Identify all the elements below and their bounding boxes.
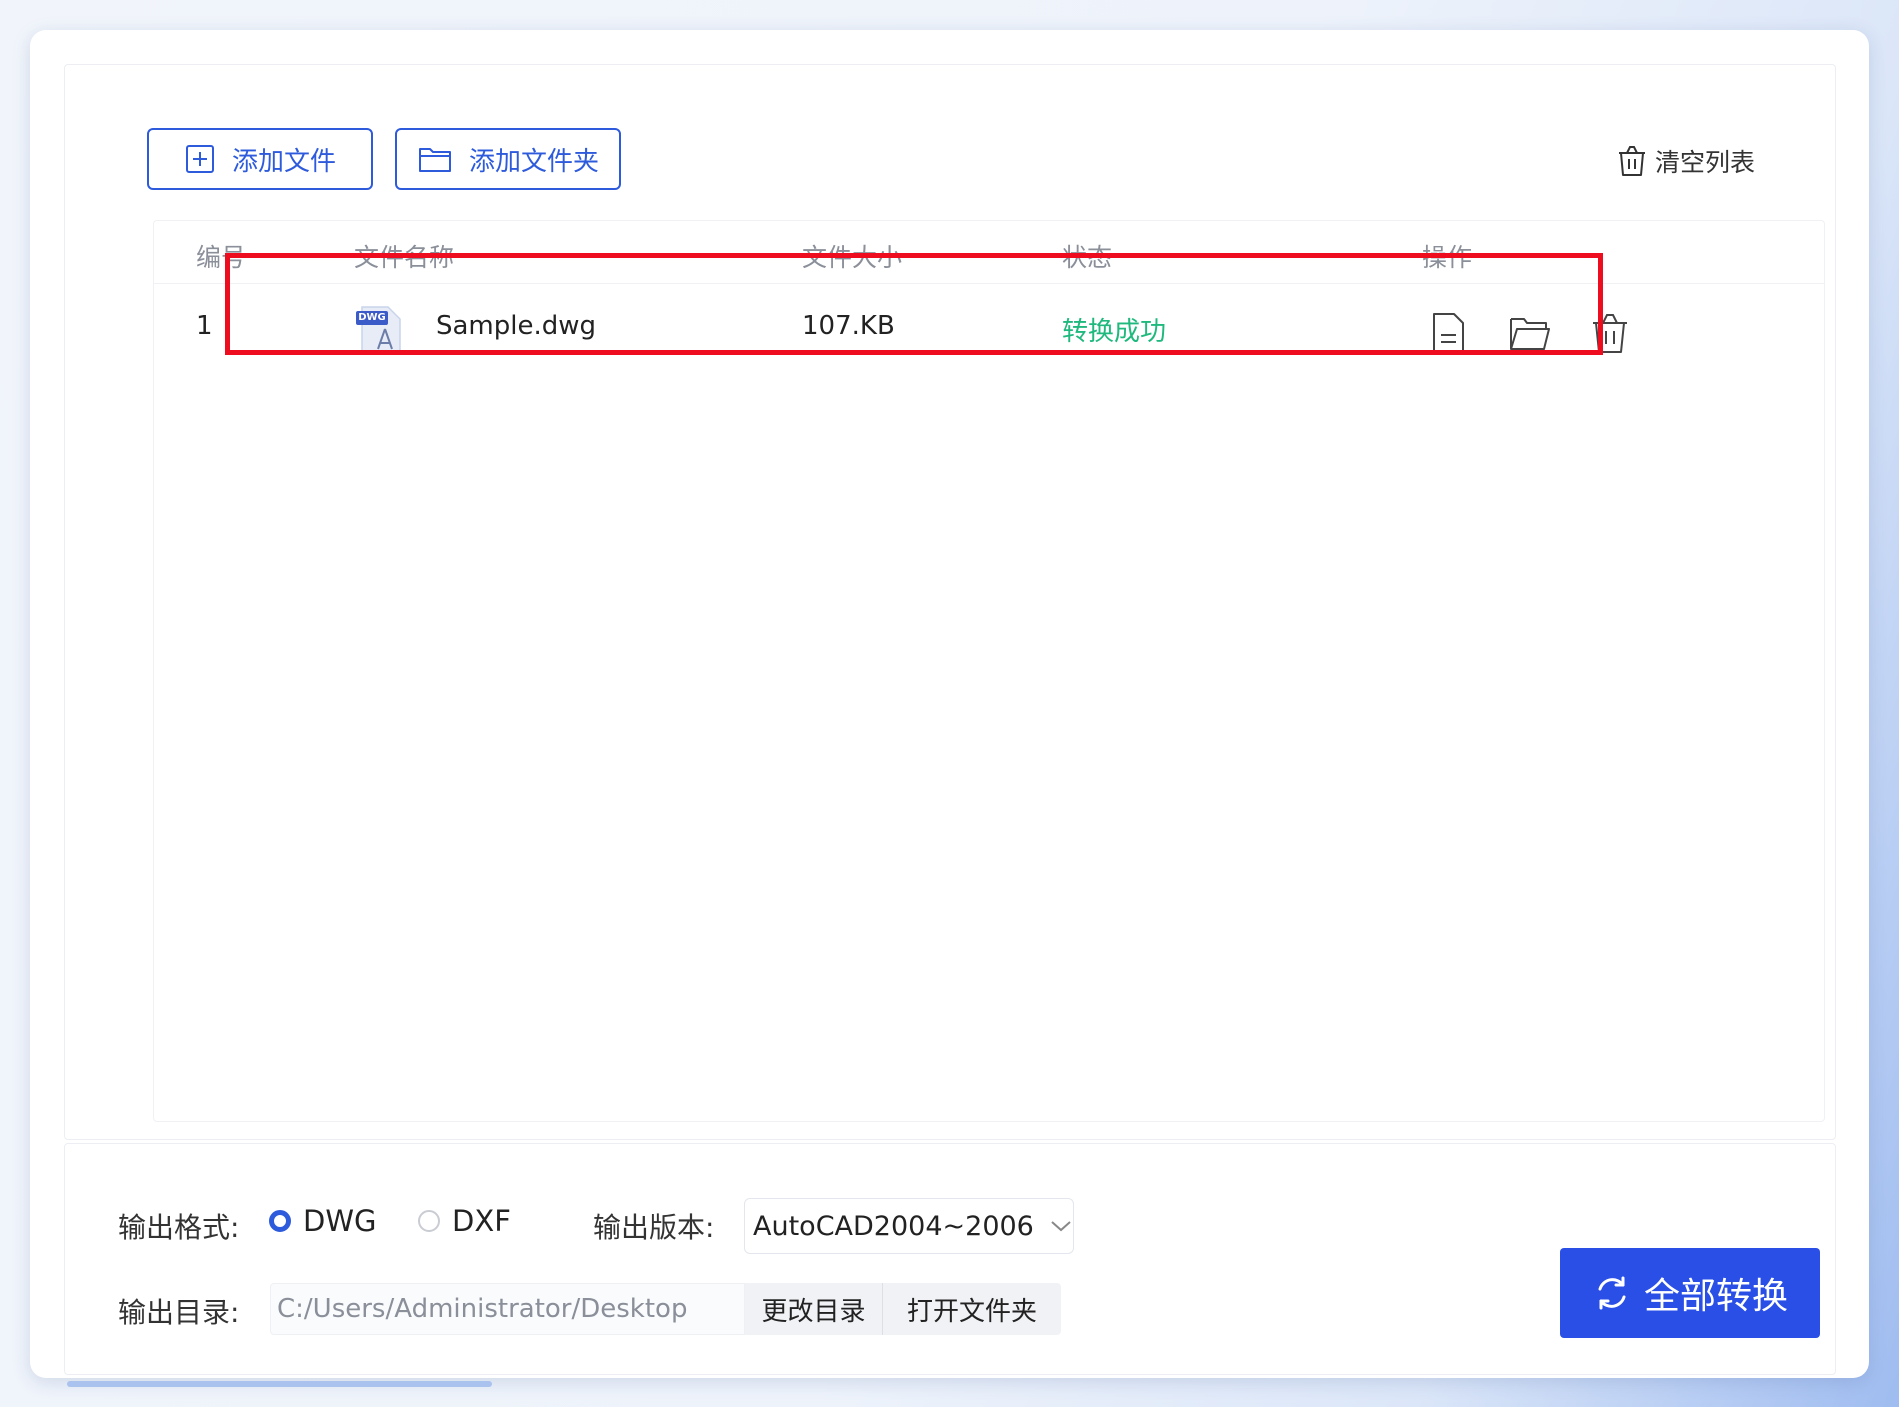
change-dir-button[interactable]: 更改目录 <box>745 1283 883 1335</box>
output-dir-field[interactable]: C:/Users/Administrator/Desktop <box>270 1283 745 1335</box>
file-size: 107.KB <box>802 311 895 341</box>
folder-open-icon[interactable] <box>1508 311 1552 355</box>
table-row[interactable]: 1 DWG Sample.dwg 107.KB 转换成功 <box>154 283 1824 393</box>
plus-square-icon <box>185 145 214 173</box>
output-format-label: 输出格式: <box>118 1211 240 1244</box>
clear-list-button[interactable]: 清空列表 <box>1617 141 1755 181</box>
version-value: AutoCAD2004~2006 <box>753 1210 1034 1242</box>
add-folder-label: 添加文件夹 <box>468 146 599 177</box>
output-dir-value: C:/Users/Administrator/Desktop <box>277 1294 688 1324</box>
header-status: 状态 <box>1062 243 1113 272</box>
file-name: Sample.dwg <box>436 311 597 341</box>
add-file-button[interactable]: 添加文件 <box>147 128 373 190</box>
trash-icon[interactable] <box>1590 311 1630 355</box>
refresh-icon <box>1598 1276 1626 1310</box>
output-dir-label: 输出目录: <box>118 1296 240 1329</box>
dwg-file-icon: DWG <box>354 303 404 357</box>
header-name: 文件名称 <box>354 243 455 272</box>
version-select[interactable]: AutoCAD2004~2006 <box>744 1198 1074 1254</box>
format-option-label: DXF <box>452 1204 511 1238</box>
header-index: 编号 <box>196 243 247 272</box>
radio-unselected-icon <box>418 1210 440 1232</box>
trash-icon <box>1618 146 1645 176</box>
clear-list-label: 清空列表 <box>1654 148 1755 177</box>
radio-selected-icon <box>269 1210 291 1232</box>
format-radio-dxf[interactable]: DXF <box>418 1204 511 1238</box>
convert-all-button[interactable]: 全部转换 <box>1560 1248 1820 1338</box>
horizontal-scrollbar[interactable] <box>67 1381 492 1387</box>
add-folder-button[interactable]: 添加文件夹 <box>395 128 621 190</box>
document-icon[interactable] <box>1428 311 1468 355</box>
change-dir-label: 更改目录 <box>761 1296 866 1327</box>
open-folder-label: 打开文件夹 <box>906 1296 1037 1327</box>
file-table: 编号 文件名称 文件大小 状态 操作 1 DWG Sample.dwg 107.… <box>153 220 1825 1122</box>
app-window: 添加文件 添加文件夹 清空列表 编号 文件名称 文件大小 状态 操作 1 DWG… <box>30 30 1869 1378</box>
chevron-down-icon <box>1051 1221 1071 1232</box>
status-badge: 转换成功 <box>1062 317 1167 347</box>
add-file-label: 添加文件 <box>231 146 336 177</box>
table-header: 编号 文件名称 文件大小 状态 操作 <box>154 221 1824 284</box>
file-list-panel: 添加文件 添加文件夹 清空列表 编号 文件名称 文件大小 状态 操作 1 DWG… <box>64 64 1836 1140</box>
output-version-label: 输出版本: <box>593 1211 715 1244</box>
format-radio-dwg[interactable]: DWG <box>269 1204 376 1238</box>
header-ops: 操作 <box>1422 243 1473 272</box>
open-folder-button[interactable]: 打开文件夹 <box>883 1283 1061 1335</box>
convert-all-label: 全部转换 <box>1643 1276 1788 1317</box>
file-badge: DWG <box>358 312 386 323</box>
folder-icon <box>418 148 451 172</box>
row-index: 1 <box>196 311 213 341</box>
format-option-label: DWG <box>303 1204 377 1238</box>
header-size: 文件大小 <box>802 243 903 272</box>
